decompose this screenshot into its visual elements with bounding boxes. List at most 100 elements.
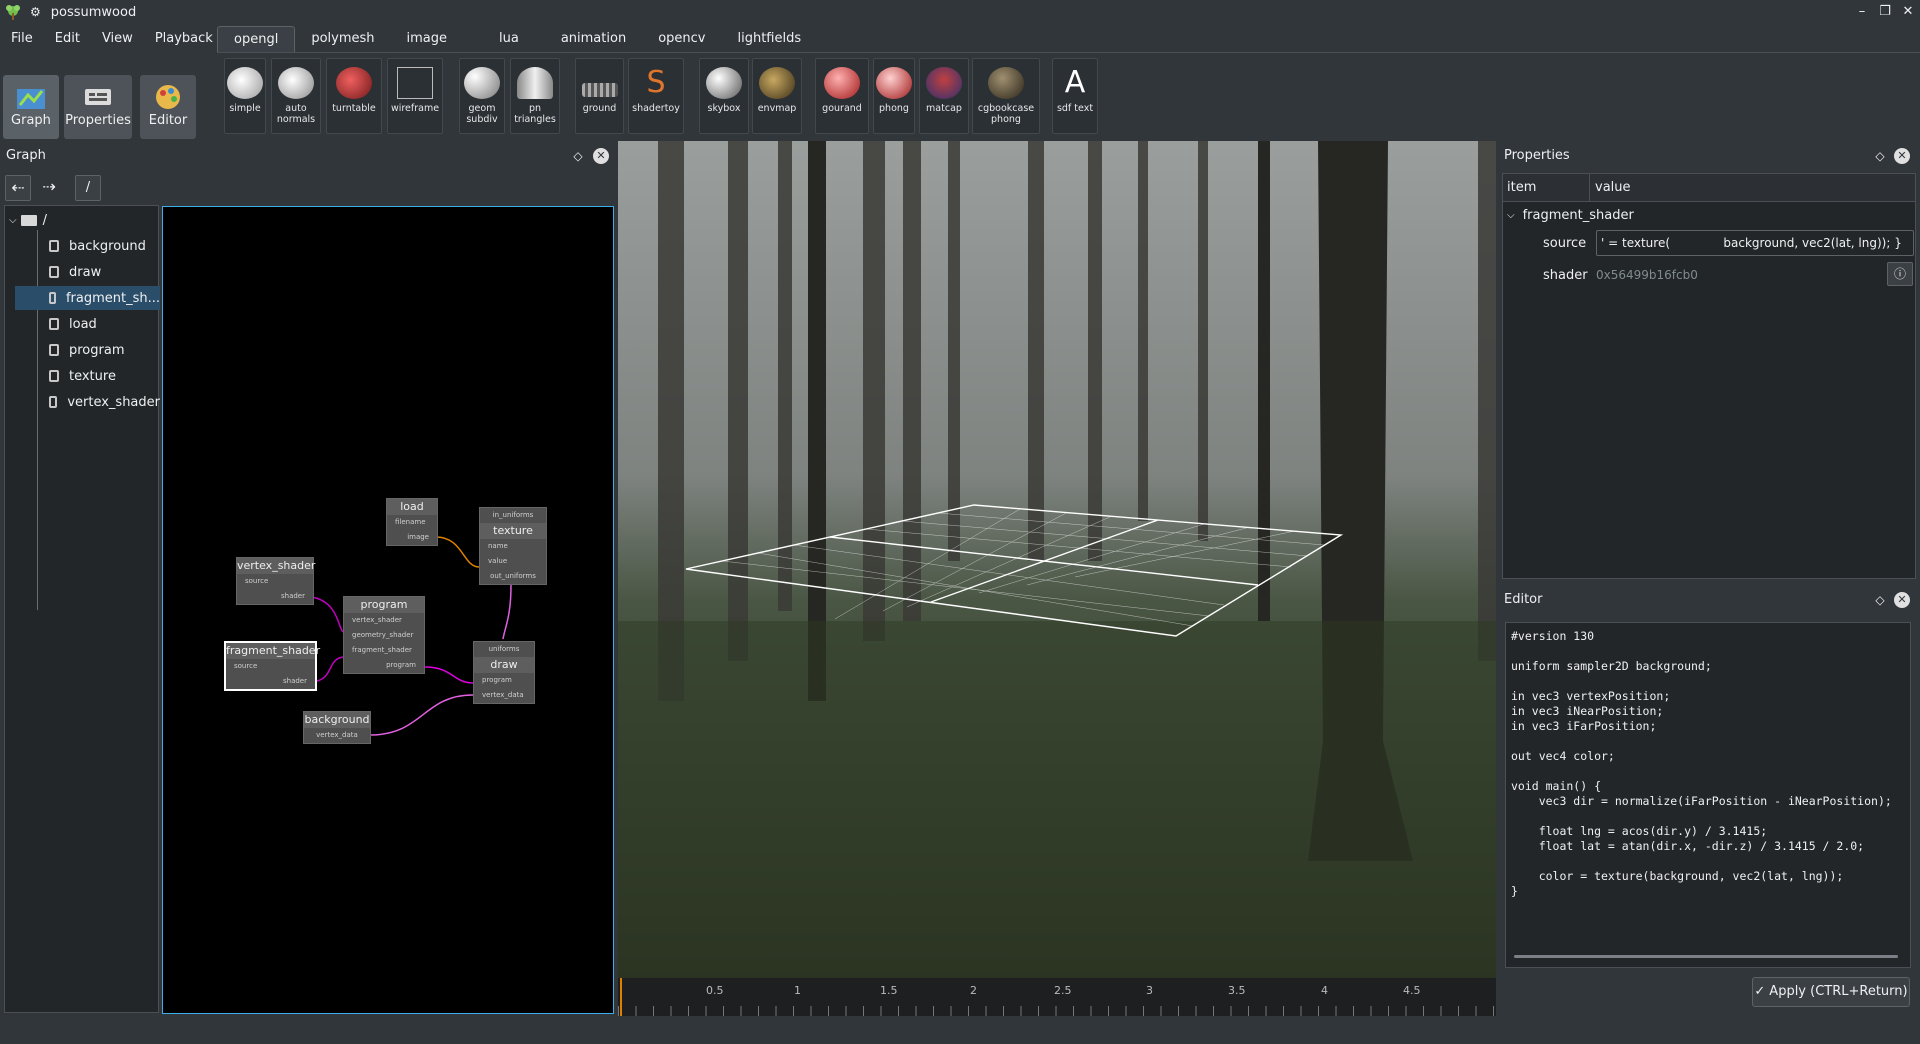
node-graph-canvas[interactable]: load filename image in_uniforms texture …	[162, 206, 614, 1014]
tick-label: 2	[970, 984, 977, 997]
close-window-icon[interactable]: ✕	[1898, 2, 1918, 22]
node-port: out_uniforms	[490, 572, 536, 580]
tree-item[interactable]: texture	[15, 364, 160, 388]
tree-item[interactable]: load	[15, 312, 160, 336]
tool-simple[interactable]: simple	[224, 58, 266, 134]
letter-a-icon: A	[1064, 65, 1086, 100]
close-icon[interactable]: ✕	[593, 148, 609, 164]
tool-wireframe[interactable]: wireframe	[387, 58, 443, 134]
tool-envmap[interactable]: envmap	[752, 58, 802, 134]
node-texture[interactable]: in_uniforms texture name value out_unifo…	[479, 507, 547, 585]
path-button[interactable]: /	[75, 175, 101, 201]
node-program[interactable]: program vertex_shader geometry_shader fr…	[343, 596, 425, 674]
tree-item[interactable]: vertex_shader	[15, 390, 160, 414]
menu-edit[interactable]: Edit	[44, 28, 91, 50]
chevron-down-icon: ⌵	[1507, 210, 1515, 221]
node-icon	[49, 240, 59, 252]
status-bar	[0, 1017, 1920, 1044]
tool-pn-triangles[interactable]: pn triangles	[510, 58, 560, 134]
source-field[interactable]: ' = texture( background, vec2(lat, lng))…	[1596, 230, 1914, 256]
tool-phong[interactable]: phong	[873, 58, 915, 134]
tab-lightfields[interactable]: lightfields	[721, 26, 817, 52]
subdiv-icon	[464, 67, 500, 99]
properties-mode-button[interactable]: Properties	[64, 75, 132, 139]
tab-image[interactable]: image	[391, 26, 464, 52]
node-port: vertex_shader	[352, 616, 402, 624]
node-icon	[49, 318, 59, 330]
editor-mode-button[interactable]: Editor	[140, 75, 196, 139]
tool-geom-subdiv[interactable]: geom subdiv	[459, 58, 505, 134]
arrow-left-icon: ⇠	[11, 178, 25, 197]
node-draw[interactable]: uniforms draw program vertex_data	[473, 641, 535, 704]
property-label-source: source	[1543, 236, 1587, 251]
menu-view[interactable]: View	[91, 28, 144, 50]
tool-gourand[interactable]: gourand	[815, 58, 869, 134]
node-background[interactable]: background vertex_data	[303, 711, 371, 744]
tool-label: pn triangles	[514, 103, 556, 125]
3d-viewport[interactable]	[618, 141, 1496, 978]
tool-matcap[interactable]: matcap	[919, 58, 969, 134]
float-icon[interactable]: ◇	[1872, 148, 1888, 164]
pin-icon[interactable]: ⚙	[30, 5, 41, 19]
menu-playback[interactable]: Playback	[144, 28, 224, 50]
tool-shadertoy[interactable]: Sshadertoy	[628, 58, 684, 134]
car-icon	[336, 67, 372, 99]
tab-animation[interactable]: animation	[545, 26, 642, 52]
node-port: source	[234, 662, 258, 670]
stone-sphere-icon	[988, 67, 1024, 99]
tool-turntable[interactable]: turntable	[326, 58, 382, 134]
tree-item-label: background	[69, 238, 146, 254]
tool-skybox[interactable]: skybox	[699, 58, 749, 134]
editor-horizontal-scrollbar[interactable]	[1514, 955, 1898, 958]
tab-polymesh[interactable]: polymesh	[295, 26, 390, 52]
tree-item-label: vertex_shader	[67, 394, 160, 410]
timeline[interactable]: 0.5 1 1.5 2 2.5 3 3.5 4 4.5	[618, 978, 1496, 1016]
graph-mode-button[interactable]: Graph	[3, 75, 59, 139]
node-load[interactable]: load filename image	[386, 498, 438, 546]
maximize-icon[interactable]: ❐	[1875, 2, 1895, 22]
tool-label: geom subdiv	[466, 103, 498, 125]
properties-mode-label: Properties	[65, 113, 131, 128]
tree-root[interactable]: ⌵ /	[9, 209, 47, 231]
graph-dock-title: Graph	[6, 148, 46, 163]
tree-item-selected[interactable]: fragment_sh...	[15, 286, 160, 310]
node-icon	[49, 266, 59, 278]
node-port: image	[407, 533, 429, 541]
matcap-figure-icon	[926, 67, 962, 99]
tab-lua[interactable]: lua	[483, 26, 535, 52]
window-title: possumwood	[50, 4, 137, 20]
code-editor[interactable]: #version 130 uniform sampler2D backgroun…	[1505, 622, 1911, 968]
tick-label: 0.5	[706, 984, 724, 997]
tree-item[interactable]: draw	[15, 260, 160, 284]
node-icon	[49, 370, 59, 382]
menu-file[interactable]: File	[0, 28, 44, 50]
tree-item[interactable]: program	[15, 338, 160, 362]
minimize-icon[interactable]: –	[1852, 2, 1872, 22]
property-group[interactable]: ⌵ fragment_shader	[1507, 208, 1634, 223]
close-icon[interactable]: ✕	[1894, 592, 1910, 608]
back-button[interactable]: ⇠	[5, 175, 31, 201]
tool-ground[interactable]: ground	[575, 58, 624, 134]
info-icon: ⓘ	[1893, 267, 1906, 281]
forward-button[interactable]: ⇢	[36, 175, 62, 201]
shader-info-button[interactable]: ⓘ	[1887, 262, 1913, 286]
folder-icon	[20, 214, 37, 226]
close-icon[interactable]: ✕	[1894, 148, 1910, 164]
skybox-sphere-icon	[706, 67, 742, 99]
float-icon[interactable]: ◇	[570, 148, 586, 164]
tool-label: envmap	[757, 103, 797, 114]
tool-cgbookcase-phong[interactable]: cgbookcase phong	[972, 58, 1040, 134]
tab-opengl[interactable]: opengl	[217, 26, 296, 52]
shadertoy-icon: S	[646, 65, 666, 100]
node-title: program	[344, 597, 424, 613]
tab-opencv[interactable]: opencv	[642, 26, 721, 52]
tool-sdf-text[interactable]: Asdf text	[1052, 58, 1098, 134]
node-vertex-shader[interactable]: vertex_shader source shader	[236, 557, 315, 605]
tool-auto-normals[interactable]: auto normals	[271, 58, 321, 134]
node-fragment-shader[interactable]: fragment_shader source shader	[224, 641, 320, 691]
tree-item[interactable]: background	[15, 234, 160, 258]
apply-button[interactable]: ✓ Apply (CTRL+Return)	[1752, 977, 1910, 1007]
editor-icon	[156, 85, 180, 109]
graph-icon	[17, 89, 45, 109]
float-icon[interactable]: ◇	[1872, 592, 1888, 608]
